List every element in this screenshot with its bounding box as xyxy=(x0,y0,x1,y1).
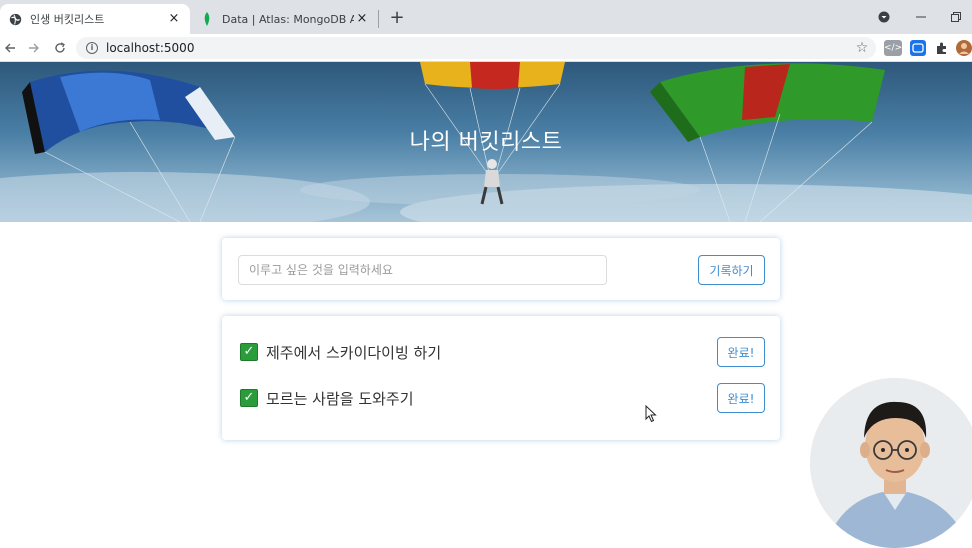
bucket-list-card: ✓ 제주에서 스카이다이빙 하기 완료! ✓ 모르는 사람을 도와주기 완료! xyxy=(222,316,780,440)
webcam-overlay xyxy=(810,378,972,548)
mouse-cursor-icon xyxy=(645,405,657,423)
list-item-text: 제주에서 스카이다이빙 하기 xyxy=(266,343,442,362)
goal-input[interactable] xyxy=(238,255,607,285)
tab-close-icon[interactable]: × xyxy=(354,11,370,27)
tab-bucket-list[interactable]: 인생 버킷리스트 × xyxy=(0,4,190,34)
goal-form-card: 기록하기 xyxy=(222,238,780,300)
new-tab-button[interactable]: + xyxy=(386,7,408,29)
page-title: 나의 버킷리스트 xyxy=(409,130,563,155)
url-text: localhost:5000 xyxy=(106,41,195,55)
restore-icon[interactable] xyxy=(945,6,967,28)
devtools-extension-icon[interactable]: </> xyxy=(884,40,902,56)
list-item: ✓ 모르는 사람을 도와주기 완료! xyxy=(240,383,765,413)
site-info-icon[interactable]: i xyxy=(86,42,98,54)
tab-title: 인생 버킷리스트 xyxy=(30,13,105,26)
bookmark-star-icon[interactable]: ☆ xyxy=(852,38,872,58)
tab-mongodb-atlas[interactable]: Data | Atlas: MongoDB Atlas × xyxy=(192,4,378,34)
tab-close-icon[interactable]: × xyxy=(166,11,182,27)
tab-divider xyxy=(378,10,379,28)
minimize-icon[interactable] xyxy=(910,6,932,28)
save-goal-button[interactable]: 기록하기 xyxy=(698,255,765,285)
complete-button[interactable]: 완료! xyxy=(717,383,765,413)
puzzle-extensions-icon[interactable] xyxy=(934,40,950,56)
globe-icon xyxy=(8,12,22,26)
reload-icon[interactable] xyxy=(50,38,70,58)
extension-icon[interactable] xyxy=(910,40,926,56)
avatar[interactable] xyxy=(956,40,972,56)
address-bar[interactable]: i localhost:5000 xyxy=(76,37,876,59)
list-item: ✓ 제주에서 스카이다이빙 하기 완료! xyxy=(240,337,765,367)
check-mark-icon: ✓ xyxy=(240,343,258,361)
tab-bar: 인생 버킷리스트 × Data | Atlas: MongoDB Atlas ×… xyxy=(0,0,972,34)
profile-menu-icon[interactable] xyxy=(873,6,895,28)
forward-arrow-icon[interactable] xyxy=(24,38,44,58)
back-arrow-icon[interactable] xyxy=(0,38,20,58)
check-mark-icon: ✓ xyxy=(240,389,258,407)
browser-toolbar: i localhost:5000 ☆ </> xyxy=(0,34,972,62)
complete-button[interactable]: 완료! xyxy=(717,337,765,367)
tab-title: Data | Atlas: MongoDB Atlas xyxy=(222,12,354,26)
hero-banner: 나의 버킷리스트 xyxy=(0,62,972,222)
presenter-video-image xyxy=(810,378,972,548)
mongodb-leaf-icon xyxy=(200,12,214,26)
